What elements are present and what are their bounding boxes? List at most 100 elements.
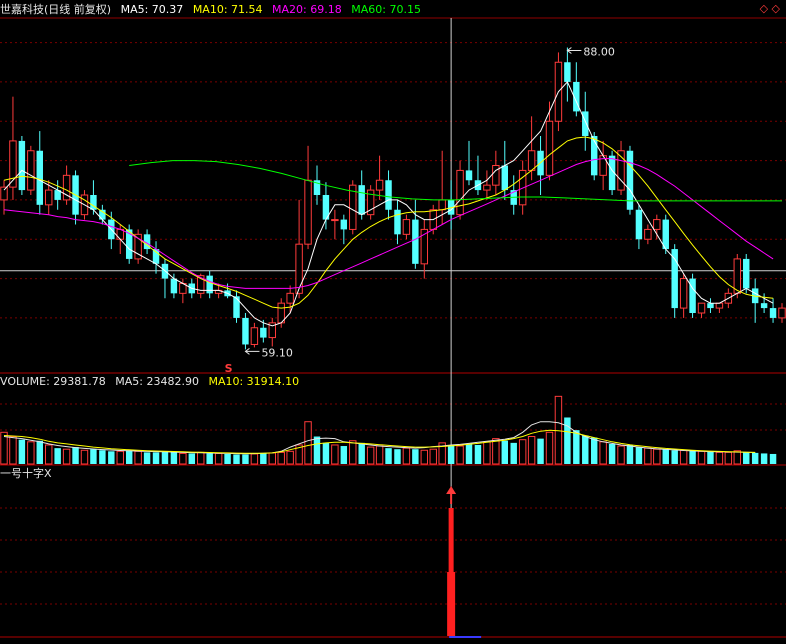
- volume-bar-up: [9, 436, 17, 465]
- candle-down: [671, 249, 678, 309]
- volume-bar-down: [72, 447, 79, 464]
- volume-bar-down: [224, 453, 231, 464]
- volume-bar-down: [108, 451, 115, 464]
- volume-bar-up: [527, 436, 536, 465]
- candle-up: [331, 219, 339, 222]
- volume-bar-down: [161, 451, 169, 464]
- panel-options-icon[interactable]: ◇ ◇: [760, 2, 780, 15]
- candle-up: [653, 219, 661, 230]
- volume-bar-up: [62, 448, 71, 465]
- volume-bar-down: [564, 417, 571, 464]
- candle-up: [527, 150, 536, 171]
- indicator-title: 一号十字X: [0, 467, 52, 480]
- candle-down: [340, 219, 348, 230]
- candle-down: [465, 170, 473, 181]
- volume-bar-up: [116, 450, 124, 465]
- volume-bar-up: [599, 441, 607, 465]
- volume-bar-down: [474, 444, 482, 464]
- volume-bar-up: [331, 444, 339, 465]
- volume-bar-up: [724, 451, 733, 465]
- volume-bar-up: [715, 451, 724, 465]
- candle-up: [492, 165, 500, 186]
- volume-bar-down: [125, 450, 133, 464]
- candle-up: [44, 189, 53, 206]
- volume-bar-down: [689, 450, 696, 464]
- candle-down: [707, 303, 714, 309]
- candle-down: [233, 296, 240, 318]
- volume-bar-down: [233, 454, 240, 464]
- volume-bar-up: [277, 451, 285, 465]
- volume-bar-up: [197, 451, 205, 465]
- candle-up: [0, 186, 8, 201]
- candle-up: [456, 169, 464, 216]
- candle-down: [242, 317, 249, 345]
- volume-ma5-readout: MA5: 23482.90: [115, 375, 199, 388]
- volume-bar-down: [322, 442, 330, 464]
- candle-up: [644, 228, 652, 240]
- kline-chart-canvas[interactable]: 88.0059.10S: [0, 0, 786, 640]
- volume-bar-down: [465, 443, 473, 464]
- volume-bar-down: [590, 437, 598, 464]
- volume-bar-down: [36, 440, 43, 464]
- candle-down: [769, 308, 777, 318]
- volume-bar-down: [90, 449, 97, 464]
- candle-down: [36, 150, 43, 205]
- candle-down: [743, 258, 750, 289]
- candle-up: [733, 258, 742, 294]
- ma10-readout: MA10: 71.54: [192, 3, 263, 16]
- volume-bar-down: [635, 447, 643, 464]
- volume-bar-down: [760, 453, 768, 464]
- candle-up: [250, 327, 259, 345]
- volume-readout: VOLUME: 29381.78: [0, 375, 106, 388]
- volume-bar-up: [429, 448, 437, 465]
- volume-bar-up: [545, 431, 554, 465]
- stock-name-label: 世嘉科技(日线 前复权): [0, 3, 112, 16]
- volume-bar-up: [179, 452, 187, 465]
- volume-bar-down: [18, 439, 26, 464]
- candle-up: [295, 243, 303, 294]
- signal-bar-base: [447, 572, 456, 636]
- candle-up: [402, 219, 411, 235]
- volume-panel-header: VOLUME: 29381.78 MA5: 23482.90 MA10: 319…: [0, 374, 305, 390]
- volume-bar-up: [402, 447, 411, 465]
- volume-bar-down: [662, 449, 669, 464]
- volume-bar-up: [375, 445, 384, 465]
- volume-bar-up: [653, 448, 661, 465]
- indicator-panel-header: 一号十字X: [0, 466, 58, 482]
- candle-down: [501, 165, 509, 191]
- volume-bar-down: [54, 448, 61, 464]
- candle-down: [394, 209, 401, 235]
- chart-stage[interactable]: 88.00 59.10 S 世嘉科技(日线 前复权) MA5: 70.37 MA10…: [0, 0, 786, 640]
- volume-bar-down: [707, 451, 714, 464]
- candle-up: [304, 179, 312, 245]
- volume-bar-down: [394, 449, 401, 464]
- volume-bar-up: [492, 438, 500, 465]
- high-price-label: 88.00: [583, 46, 615, 59]
- volume-bar-down: [573, 430, 580, 464]
- candle-up: [438, 199, 446, 211]
- volume-bar-up: [250, 453, 259, 465]
- volume-bar-up: [644, 447, 652, 465]
- candle-down: [590, 136, 598, 176]
- volume-bar-down: [260, 453, 267, 464]
- volume-bar-down: [510, 442, 517, 464]
- volume-bar-down: [743, 452, 750, 464]
- volume-bar-up: [268, 452, 276, 465]
- candle-up: [483, 184, 491, 191]
- volume-bar-up: [697, 450, 706, 465]
- candle-down: [170, 278, 178, 294]
- volume-bar-up: [80, 449, 89, 465]
- volume-bar-up: [366, 446, 375, 465]
- candle-down: [635, 209, 643, 240]
- price-panel-header: 世嘉科技(日线 前复权) MA5: 70.37 MA10: 71.54 MA20…: [0, 2, 427, 18]
- volume-bar-down: [385, 448, 392, 464]
- candle-up: [697, 302, 706, 314]
- volume-ma10-readout: MA10: 31914.10: [208, 375, 300, 388]
- volume-bar-up: [44, 444, 53, 465]
- signal-up-arrow-icon: [446, 486, 457, 494]
- ma5-readout: MA5: 70.37: [120, 3, 184, 16]
- candle-down: [564, 62, 571, 82]
- volume-bar-down: [99, 450, 106, 464]
- candle-down: [385, 180, 392, 210]
- volume-bar-up: [679, 449, 688, 465]
